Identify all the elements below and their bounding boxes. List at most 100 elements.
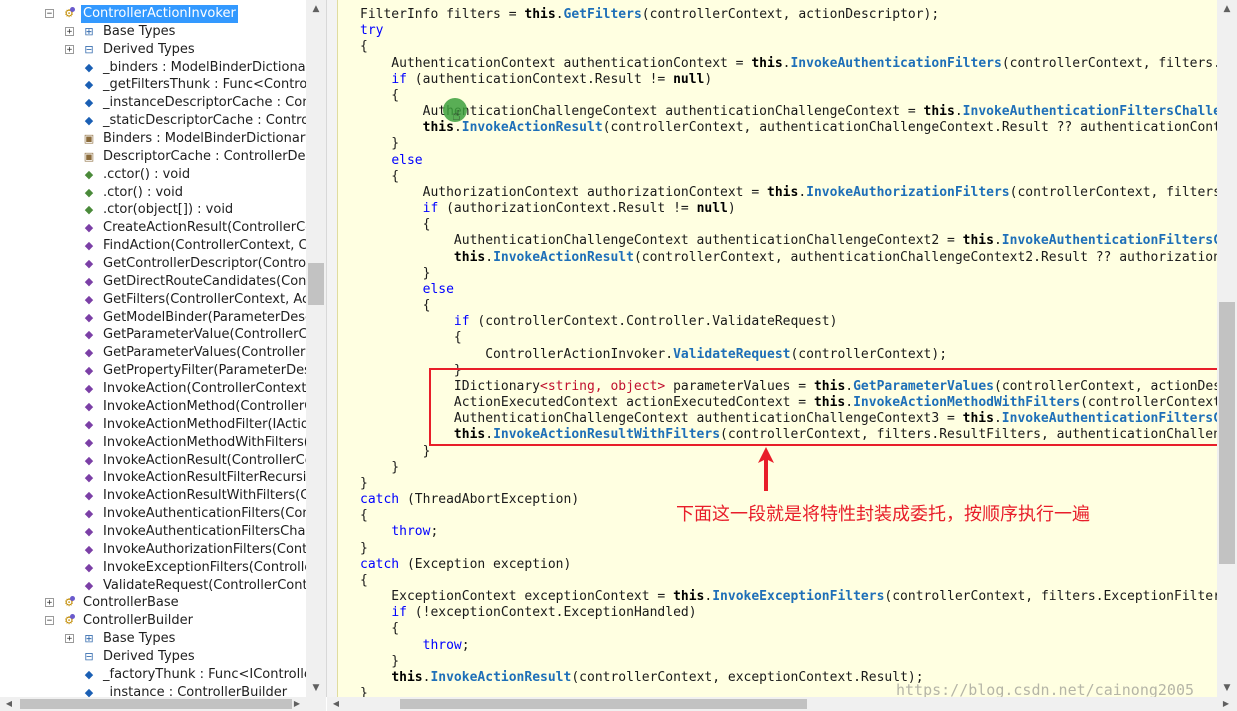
tree-item-label: GetParameterValue(ControllerContext [103, 327, 306, 343]
tree-item[interactable]: + ⚙ ControllerBase [0, 594, 306, 612]
tree-item-label: GetDirectRouteCandidates(ControllerConte… [103, 273, 306, 289]
tree-item[interactable]: ◆ .ctor(object[]) : void [0, 201, 306, 219]
tree-item[interactable]: ◆ GetPropertyFilter(ParameterDescriptor [0, 362, 306, 380]
tree-item[interactable]: ◆ InvokeActionMethodWithFilters(Controlle… [0, 434, 306, 452]
method-icon: ◆ [84, 453, 94, 467]
tree-item[interactable]: ◆ GetFilters(ControllerContext, ActionDes… [0, 291, 306, 309]
method-icon: ◆ [84, 399, 94, 413]
code-line: AuthorizationContext authorizationContex… [360, 184, 1218, 200]
tree-item[interactable]: ◆ _getFiltersThunk : Func<ControllerConte… [0, 76, 306, 94]
tree-item[interactable]: ◆ InvokeAuthenticationFilters(ControllerC… [0, 505, 306, 523]
tree-item[interactable]: ◆ InvokeActionResultFilterRecursive [0, 469, 306, 487]
tree-item[interactable]: ◆ GetParameterValue(ControllerContext [0, 326, 306, 344]
tree-item[interactable]: ◆ .ctor() : void [0, 184, 306, 202]
tree-item-label: ControllerBase [83, 595, 179, 611]
code-line: ExceptionContext exceptionContext = this… [360, 589, 1218, 605]
tree-item[interactable]: + ⊞ Base Types [0, 23, 306, 41]
tree-item-label: DescriptorCache : ControllerDescriptorCa… [103, 148, 306, 164]
tree-item[interactable]: ◆ CreateActionResult(ControllerContext [0, 219, 306, 237]
tree-item[interactable]: ⊟ Derived Types [0, 648, 306, 666]
field-icon: ◆ [84, 60, 94, 74]
scroll-right-arrow-icon[interactable]: ▶ [288, 697, 306, 711]
tree-item-label: _factoryThunk : Func<IControllerFactory> [103, 666, 306, 682]
constructor-icon: ◆ [84, 167, 94, 181]
tree-item[interactable]: ▣ Binders : ModelBinderDictionary [0, 130, 306, 148]
annotation-text: 下面这一段就是将特性封装成委托，按顺序执行一遍 [676, 504, 1090, 525]
tree-item[interactable]: ◆ FindAction(ControllerContext, Controlle… [0, 237, 306, 255]
tree-item[interactable]: − ⚙ ControllerActionInvoker [0, 5, 306, 23]
expand-icon[interactable]: + [65, 634, 74, 644]
tree-item[interactable]: ◆ GetParameterValues(ControllerContext [0, 344, 306, 362]
collapse-icon[interactable]: − [45, 616, 54, 626]
tree-item[interactable]: ◆ _instance : ControllerBuilder [0, 684, 306, 697]
tree-item-label: InvokeAuthorizationFilters(ControllerCon… [103, 541, 306, 557]
tree-horizontal-scroll-thumb[interactable] [20, 699, 292, 709]
scroll-right-arrow-icon[interactable]: ▶ [1217, 697, 1235, 711]
tree-item[interactable]: ◆ InvokeAuthenticationFiltersChallenge [0, 523, 306, 541]
property-icon: ▣ [83, 149, 95, 163]
method-icon: ◆ [84, 292, 94, 306]
scroll-left-arrow-icon[interactable]: ◀ [0, 697, 18, 711]
tree-item[interactable]: ◆ .cctor() : void [0, 166, 306, 184]
code-line: } [360, 686, 368, 697]
tree-item[interactable]: ◆ InvokeExceptionFilters(ControllerContex… [0, 559, 306, 577]
tree-item[interactable]: ◆ _binders : ModelBinderDictionary [0, 59, 306, 77]
tree-vertical-scroll-thumb[interactable] [308, 263, 324, 305]
tree-item[interactable]: ◆ InvokeAction(ControllerContext, string [0, 380, 306, 398]
tree-item-label: .ctor() : void [103, 184, 183, 200]
tree-item-label: InvokeAction(ControllerContext, string [103, 381, 306, 397]
tree-vertical-scrollbar[interactable]: ▲ ▼ [306, 0, 326, 697]
tree-item[interactable]: ◆ InvokeActionMethodFilter(IActionFilter [0, 416, 306, 434]
tree-item[interactable]: + ⊞ Base Types [0, 630, 306, 648]
code-vertical-scroll-thumb[interactable] [1219, 302, 1235, 564]
tree-item[interactable]: ◆ InvokeActionResult(ControllerContext [0, 452, 306, 470]
code-view[interactable]: FilterInfo filters = this.GetFilters(con… [337, 0, 1218, 697]
scroll-up-arrow-icon[interactable]: ▲ [1217, 0, 1237, 18]
code-horizontal-scroll-thumb[interactable] [400, 699, 807, 709]
tree-item[interactable]: + ⊟ Derived Types [0, 41, 306, 59]
base-types-icon: ⊞ [84, 632, 94, 646]
tree-item[interactable]: ◆ GetDirectRouteCandidates(ControllerCont… [0, 273, 306, 291]
scroll-down-arrow-icon[interactable]: ▼ [306, 679, 326, 697]
tree-item-label: InvokeActionMethod(ControllerContext [103, 398, 306, 414]
scroll-down-arrow-icon[interactable]: ▼ [1217, 679, 1237, 697]
tree-item-label: InvokeAuthenticationFilters(ControllerCo… [103, 506, 306, 522]
tree-item[interactable]: ◆ _staticDescriptorCache : ControllerDesc… [0, 112, 306, 130]
tree-item-label: Base Types [103, 23, 176, 39]
expand-icon[interactable]: + [65, 44, 74, 54]
tree-item-label: FindAction(ControllerContext, Controller… [103, 238, 306, 254]
code-line: throw; [391, 524, 439, 540]
tree-item[interactable]: ◆ _factoryThunk : Func<IControllerFactory… [0, 666, 306, 684]
tree-horizontal-scrollbar[interactable]: ◀ ▶ [0, 697, 326, 711]
field-icon: ◆ [84, 96, 94, 110]
tree-item[interactable]: ◆ _instanceDescriptorCache : ControllerDe… [0, 94, 306, 112]
expand-icon[interactable]: + [65, 26, 74, 36]
method-icon: ◆ [84, 221, 94, 235]
tree-item[interactable]: ◆ GetControllerDescriptor(ControllerConte… [0, 255, 306, 273]
tree-item[interactable]: ◆ GetModelBinder(ParameterDescriptor [0, 309, 306, 327]
code-line: this.InvokeActionResult(controllerContex… [453, 249, 1218, 265]
assembly-tree[interactable]: − ⚙ ControllerActionInvoker + ⊞ Base Types + ⊟ D… [0, 0, 327, 697]
scroll-left-arrow-icon[interactable]: ◀ [327, 697, 345, 711]
method-icon: ◆ [84, 578, 94, 592]
tree-item[interactable]: ◆ InvokeActionMethod(ControllerContext [0, 398, 306, 416]
pane-splitter[interactable] [327, 0, 337, 711]
tree-item[interactable]: ◆ InvokeAuthorizationFilters(ControllerCo… [0, 541, 306, 559]
highlight-box [429, 368, 1233, 446]
tree-item-label: _getFiltersThunk : Func<ControllerContex… [103, 77, 306, 93]
code-line: try [360, 23, 384, 39]
code-line: { [360, 87, 400, 103]
scroll-up-arrow-icon[interactable]: ▲ [306, 0, 326, 18]
code-vertical-scrollbar[interactable]: ▲ ▼ [1217, 0, 1237, 697]
tree-item[interactable]: − ⚙ ControllerBuilder [0, 612, 306, 630]
annotation-arrow-icon [758, 447, 774, 491]
tree-item-label: .cctor() : void [103, 166, 191, 182]
tree-item-label: GetParameterValues(ControllerContext [103, 345, 306, 361]
tree-item[interactable]: ◆ InvokeActionResultWithFilters(Controlle… [0, 487, 306, 505]
tree-item[interactable]: ◆ ValidateRequest(ControllerContext) [0, 577, 306, 595]
tree-item[interactable]: ▣ DescriptorCache : ControllerDescriptorC… [0, 148, 306, 166]
tree-item-label: Base Types [103, 631, 176, 647]
collapse-icon[interactable]: − [45, 9, 54, 19]
code-horizontal-scrollbar[interactable]: ◀ ▶ [327, 697, 1237, 711]
expand-icon[interactable]: + [45, 598, 54, 608]
